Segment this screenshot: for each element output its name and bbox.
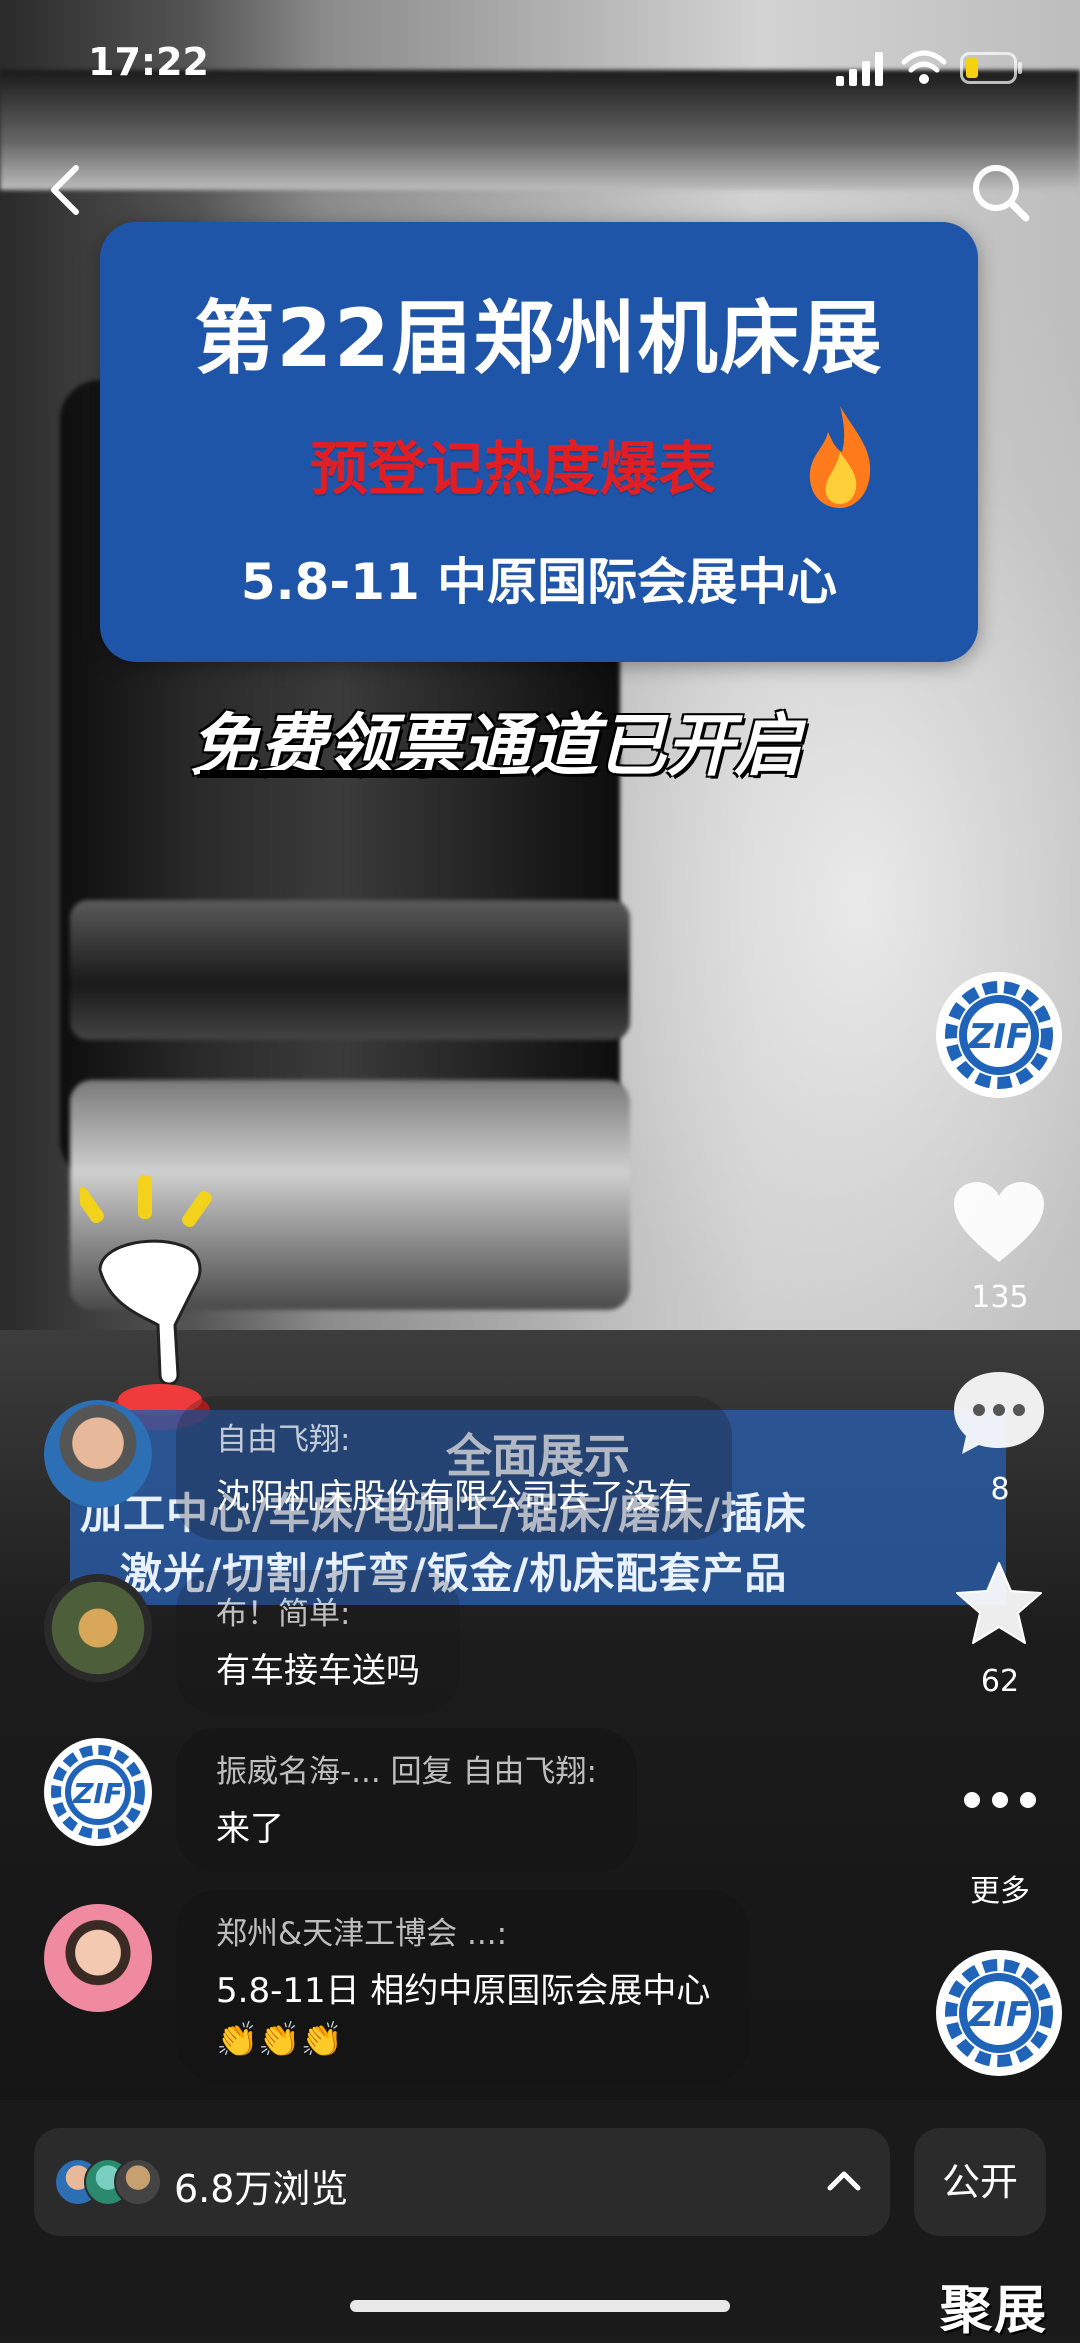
zif-logo-icon: ZIF <box>945 981 1053 1089</box>
event-banner: 第22届郑州机床展 预登记热度爆表 5.8-11 中原国际会展中心 <box>100 222 978 662</box>
view-count: 6.8万浏览 <box>174 2167 349 2211</box>
comment-text: 有车接车送吗 <box>216 1651 420 1691</box>
svg-text:ZIF: ZIF <box>968 1995 1030 2035</box>
status-bar: 17:22 <box>0 0 1080 120</box>
commenter-avatar[interactable] <box>44 1400 152 1508</box>
music-disc-avatar[interactable]: ZIF <box>936 1950 1062 2076</box>
signal-icon <box>836 52 883 86</box>
commenter-avatar[interactable] <box>44 1904 152 2012</box>
more-icon[interactable] <box>962 1788 1038 1812</box>
zif-logo-icon: ZIF <box>51 1745 145 1839</box>
more-label[interactable]: 更多 <box>930 1866 1070 1910</box>
comment-bubble: 自由飞翔: 沈阳机床股份有限公司去了没有 <box>176 1396 732 1540</box>
comment-bubble: 振威名海-... 回复 自由飞翔: 来了 <box>176 1728 637 1872</box>
comment-author: 振威名海-... 回复 自由飞翔: <box>216 1754 597 1790</box>
public-button[interactable]: 公开 <box>914 2128 1046 2236</box>
views-pill[interactable]: 6.8万浏览 <box>34 2128 890 2236</box>
home-indicator[interactable] <box>350 2300 730 2312</box>
svg-text:ZIF: ZIF <box>72 1777 123 1810</box>
comment-text: 5.8-11日 相约中原国际会展中心 <box>216 1971 711 2011</box>
comment-text: 来了 <box>216 1809 284 1849</box>
comment-text: 沈阳机床股份有限公司去了没有 <box>216 1477 692 1517</box>
comment-bubble: 布！简单: 有车接车送吗 <box>176 1570 460 1714</box>
comment-bubble: 郑州&天津工博会 ...: 5.8-11日 相约中原国际会展中心 👏👏👏 <box>176 1890 751 2082</box>
svg-text:ZIF: ZIF <box>968 1017 1030 1057</box>
headline-underline <box>200 770 500 778</box>
back-icon[interactable] <box>38 160 98 220</box>
comment-icon[interactable] <box>952 1368 1046 1456</box>
banner-date-venue: 5.8-11 中原国际会展中心 <box>240 553 838 611</box>
like-count: 135 <box>971 1280 1029 1315</box>
viewer-avatar <box>114 2158 162 2206</box>
commenter-avatar[interactable] <box>44 1574 152 1682</box>
machine-ring <box>70 900 630 1040</box>
comment-count: 8 <box>990 1472 1010 1507</box>
comment-author: 布！简单: <box>216 1596 351 1632</box>
wifi-icon <box>901 50 947 84</box>
comment-emoji: 👏👏👏 <box>216 2020 344 2060</box>
zif-logo-icon: ZIF <box>945 1959 1053 2067</box>
watermark: 聚展 <box>940 2281 1049 2341</box>
like-icon[interactable] <box>952 1180 1046 1264</box>
battery-icon <box>960 52 1022 84</box>
status-time: 17:22 <box>88 40 209 84</box>
comment-author: 自由飞翔: <box>216 1422 351 1458</box>
star-count: 62 <box>980 1664 1020 1699</box>
banner-subtitle: 预登记热度爆表 <box>310 435 717 503</box>
fire-icon <box>809 406 871 508</box>
comment-author: 郑州&天津工博会 ...: <box>216 1916 508 1952</box>
banner-title: 第22届郑州机床展 <box>194 292 884 385</box>
chevron-up-icon[interactable] <box>818 2156 870 2208</box>
star-icon[interactable] <box>954 1560 1044 1646</box>
search-icon[interactable] <box>966 158 1036 228</box>
commenter-avatar[interactable]: ZIF <box>44 1738 152 1846</box>
author-avatar[interactable]: ZIF <box>936 972 1062 1098</box>
